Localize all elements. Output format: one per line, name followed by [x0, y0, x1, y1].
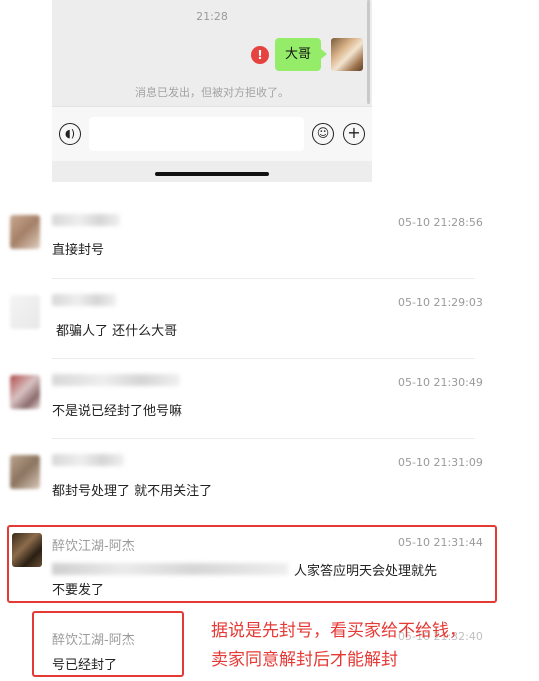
comment-text-blurred: [52, 563, 288, 575]
comment-time: 05-10 21:30:49: [398, 376, 483, 389]
username-blurred: [52, 214, 120, 226]
reject-notice: 消息已发出，但被对方拒收了。: [135, 86, 289, 99]
divider: [52, 278, 475, 279]
voice-icon[interactable]: ◖): [59, 123, 81, 145]
comment-text: 号已经封了: [52, 658, 118, 673]
comment-text: 都骗人了 还什么大哥: [56, 324, 178, 339]
chat-input-bar: ◖) ☺ +: [52, 106, 372, 161]
avatar[interactable]: [10, 455, 40, 489]
annotation-line-1: 据说是先封号，看买家给不给钱，: [211, 621, 466, 641]
divider: [52, 438, 475, 439]
avatar[interactable]: [10, 375, 40, 409]
message-input[interactable]: [89, 117, 304, 151]
username-blurred: [52, 374, 180, 386]
comment-text: 都封号处理了 就不用关注了: [52, 484, 213, 499]
avatar[interactable]: [12, 533, 42, 567]
warning-icon[interactable]: !: [251, 46, 269, 64]
username-blurred: [52, 294, 116, 306]
avatar[interactable]: [10, 295, 40, 329]
comment-time: 05-10 21:29:03: [398, 296, 483, 309]
home-indicator: [155, 172, 269, 176]
comment-text: 不是说已经封了他号嘛: [52, 404, 183, 419]
comment-time: 05-10 21:31:44: [398, 536, 483, 549]
avatar[interactable]: [331, 38, 363, 71]
comment-author: 醉饮江湖-阿杰: [52, 633, 135, 648]
plus-icon[interactable]: +: [343, 123, 365, 145]
chat-screenshot: 21:28 ! 大哥 消息已发出，但被对方拒收了。 ◖) ☺ +: [52, 0, 372, 182]
avatar[interactable]: [10, 215, 40, 249]
annotation-line-2: 卖家同意解封后才能解封: [211, 650, 398, 670]
chat-bubble-sent: 大哥: [275, 38, 327, 71]
comment-author: 醉饮江湖-阿杰: [52, 539, 135, 554]
comment-time: 05-10 21:28:56: [398, 216, 483, 229]
comment-text: 直接封号: [52, 243, 105, 258]
comment-text-line2: 不要发了: [52, 583, 105, 598]
username-blurred: [52, 454, 124, 466]
emoji-icon[interactable]: ☺: [312, 123, 334, 145]
annotation-note: 据说是先封号，看买家给不给钱， 卖家同意解封后才能解封: [211, 617, 536, 675]
comment-text: 人家答应明天会处理就先: [294, 564, 438, 579]
divider: [52, 358, 475, 359]
comment-time: 05-10 21:31:09: [398, 456, 483, 469]
chat-timestamp: 21:28: [196, 10, 228, 23]
